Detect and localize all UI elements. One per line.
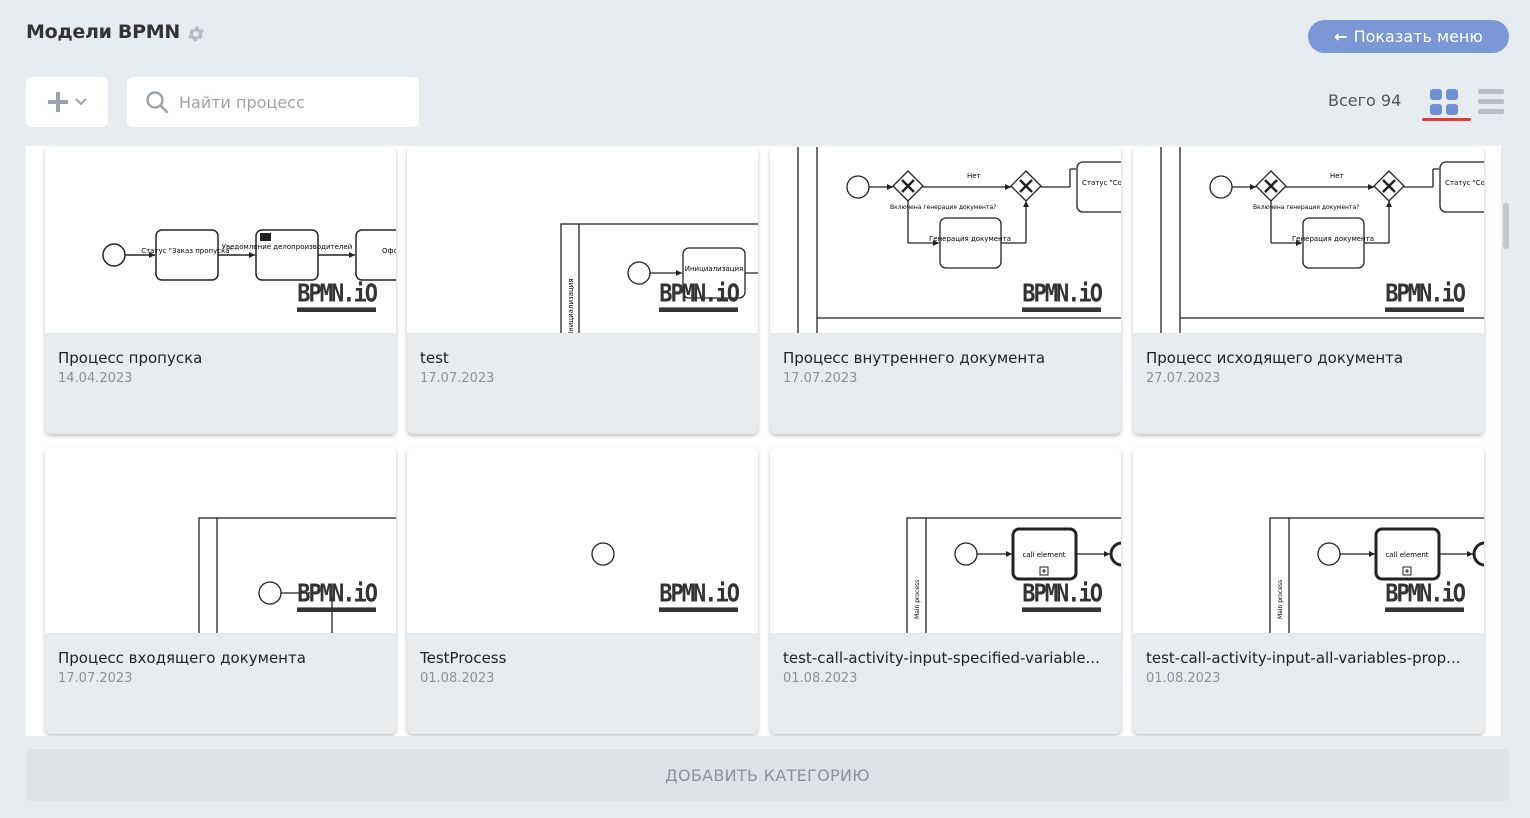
lane-label: Main process	[914, 580, 921, 619]
diagram-preview: Инициализация Инициализация BPMN.iO	[407, 147, 758, 333]
show-menu-button[interactable]: ← Показать меню	[1308, 20, 1509, 53]
card-title: Процесс пропуска	[58, 349, 203, 367]
card-date: 17.07.2023	[58, 671, 133, 686]
bpmnio-logo: BPMN.iO	[1385, 582, 1466, 612]
bpmnio-logo: BPMN.iO	[659, 282, 740, 312]
task-label: Статус "Заказ пропуска"	[141, 247, 233, 255]
chevron-down-icon	[75, 98, 87, 106]
diagram-preview: BPMN.iO	[45, 447, 396, 633]
task-label: Инициализация	[685, 265, 744, 273]
bpmnio-logo: BPMN.iO	[1022, 582, 1103, 612]
gateway-label: Включена генерация документа?	[890, 204, 996, 211]
flow-label: Нет	[1330, 172, 1344, 180]
task-label: Генерация документа	[1292, 235, 1374, 243]
card-title: Процесс исходящего документа	[1146, 349, 1404, 367]
bpmnio-logo: BPMN.iO	[1385, 282, 1466, 312]
task-label: Оформл...	[382, 247, 396, 255]
card-date: 14.04.2023	[58, 371, 133, 386]
lane-label: Main process	[1277, 580, 1284, 619]
model-card[interactable]: BPMN.iO TestProcess 01.08.2023	[407, 447, 758, 734]
add-category-button[interactable]: ДОБАВИТЬ КАТЕГОРИЮ	[26, 749, 1509, 801]
bpmnio-logo: BPMN.iO	[297, 582, 378, 612]
lane-label: Инициализация	[567, 278, 575, 333]
arrow-left-icon: ←	[1334, 27, 1348, 46]
plus-icon	[48, 92, 68, 112]
bpmnio-logo: BPMN.iO	[297, 282, 378, 312]
model-card[interactable]: call element Main process BPMN.iO test-c…	[1133, 447, 1484, 734]
search-icon	[146, 91, 169, 114]
card-date: 01.08.2023	[1146, 671, 1221, 686]
card-title: test	[420, 349, 449, 367]
model-card[interactable]: Инициализация Инициализация BPMN.iO test…	[407, 147, 758, 434]
grid-view-icon[interactable]	[1428, 86, 1460, 118]
card-date: 01.08.2023	[420, 671, 495, 686]
card-title: TestProcess	[420, 649, 507, 667]
add-button[interactable]	[26, 77, 108, 127]
card-title: test-call-activity-input-all-variables-p…	[1146, 649, 1461, 667]
task-label: Статус "Согласова...	[1082, 179, 1121, 187]
gateway-label: Включена генерация документа?	[1253, 204, 1359, 211]
gear-icon[interactable]	[186, 24, 206, 44]
card-date: 17.07.2023	[420, 371, 495, 386]
diagram-preview: call element Main process BPMN.iO	[1133, 447, 1484, 633]
show-menu-label: Показать меню	[1353, 27, 1483, 46]
diagram-preview: Нет Включена генерация документа? Генера…	[1133, 147, 1484, 333]
models-grid: Статус "Заказ пропуска" Уведомление дело…	[26, 146, 1501, 736]
diagram-preview: call element Main process BPMN.iO	[770, 447, 1121, 633]
model-card[interactable]: Нет Включена генерация документа? Генера…	[770, 147, 1121, 434]
task-label: call element	[1022, 551, 1065, 559]
diagram-preview: Нет Включена генерация документа? Генера…	[770, 147, 1121, 333]
task-label: Статус "Согласова...	[1445, 179, 1484, 187]
task-label: Генерация документа	[929, 235, 1011, 243]
task-label: call element	[1385, 551, 1428, 559]
bpmnio-logo: BPMN.iO	[659, 582, 740, 612]
diagram-preview: Статус "Заказ пропуска" Уведомление дело…	[45, 147, 396, 333]
card-date: 01.08.2023	[783, 671, 858, 686]
flow-label: Нет	[967, 172, 981, 180]
model-card[interactable]: Нет Включена генерация документа? Генера…	[1133, 147, 1484, 434]
active-view-indicator	[1422, 118, 1471, 121]
list-view-icon[interactable]	[1477, 86, 1505, 118]
task-label: Уведомление делопроизводителей	[222, 243, 353, 251]
page-title: Модели BPMN	[26, 21, 180, 43]
card-title: Процесс внутреннего документа	[783, 349, 1046, 367]
model-card[interactable]: BPMN.iO Процесс входящего документа 17.0…	[45, 447, 396, 734]
diagram-preview: BPMN.iO	[407, 447, 758, 633]
card-title: Процесс входящего документа	[58, 649, 306, 667]
card-date: 27.07.2023	[1146, 371, 1221, 386]
model-card[interactable]: call element Main process BPMN.iO test-c…	[770, 447, 1121, 734]
card-title: test-call-activity-input-specified-varia…	[783, 649, 1100, 667]
search-box	[127, 77, 419, 127]
total-count: Всего 94	[1328, 91, 1402, 110]
scrollbar-thumb[interactable]	[1503, 203, 1509, 249]
search-input[interactable]	[179, 92, 399, 112]
model-card[interactable]: Статус "Заказ пропуска" Уведомление дело…	[45, 147, 396, 434]
card-date: 17.07.2023	[783, 371, 858, 386]
bpmnio-logo: BPMN.iO	[1022, 282, 1103, 312]
